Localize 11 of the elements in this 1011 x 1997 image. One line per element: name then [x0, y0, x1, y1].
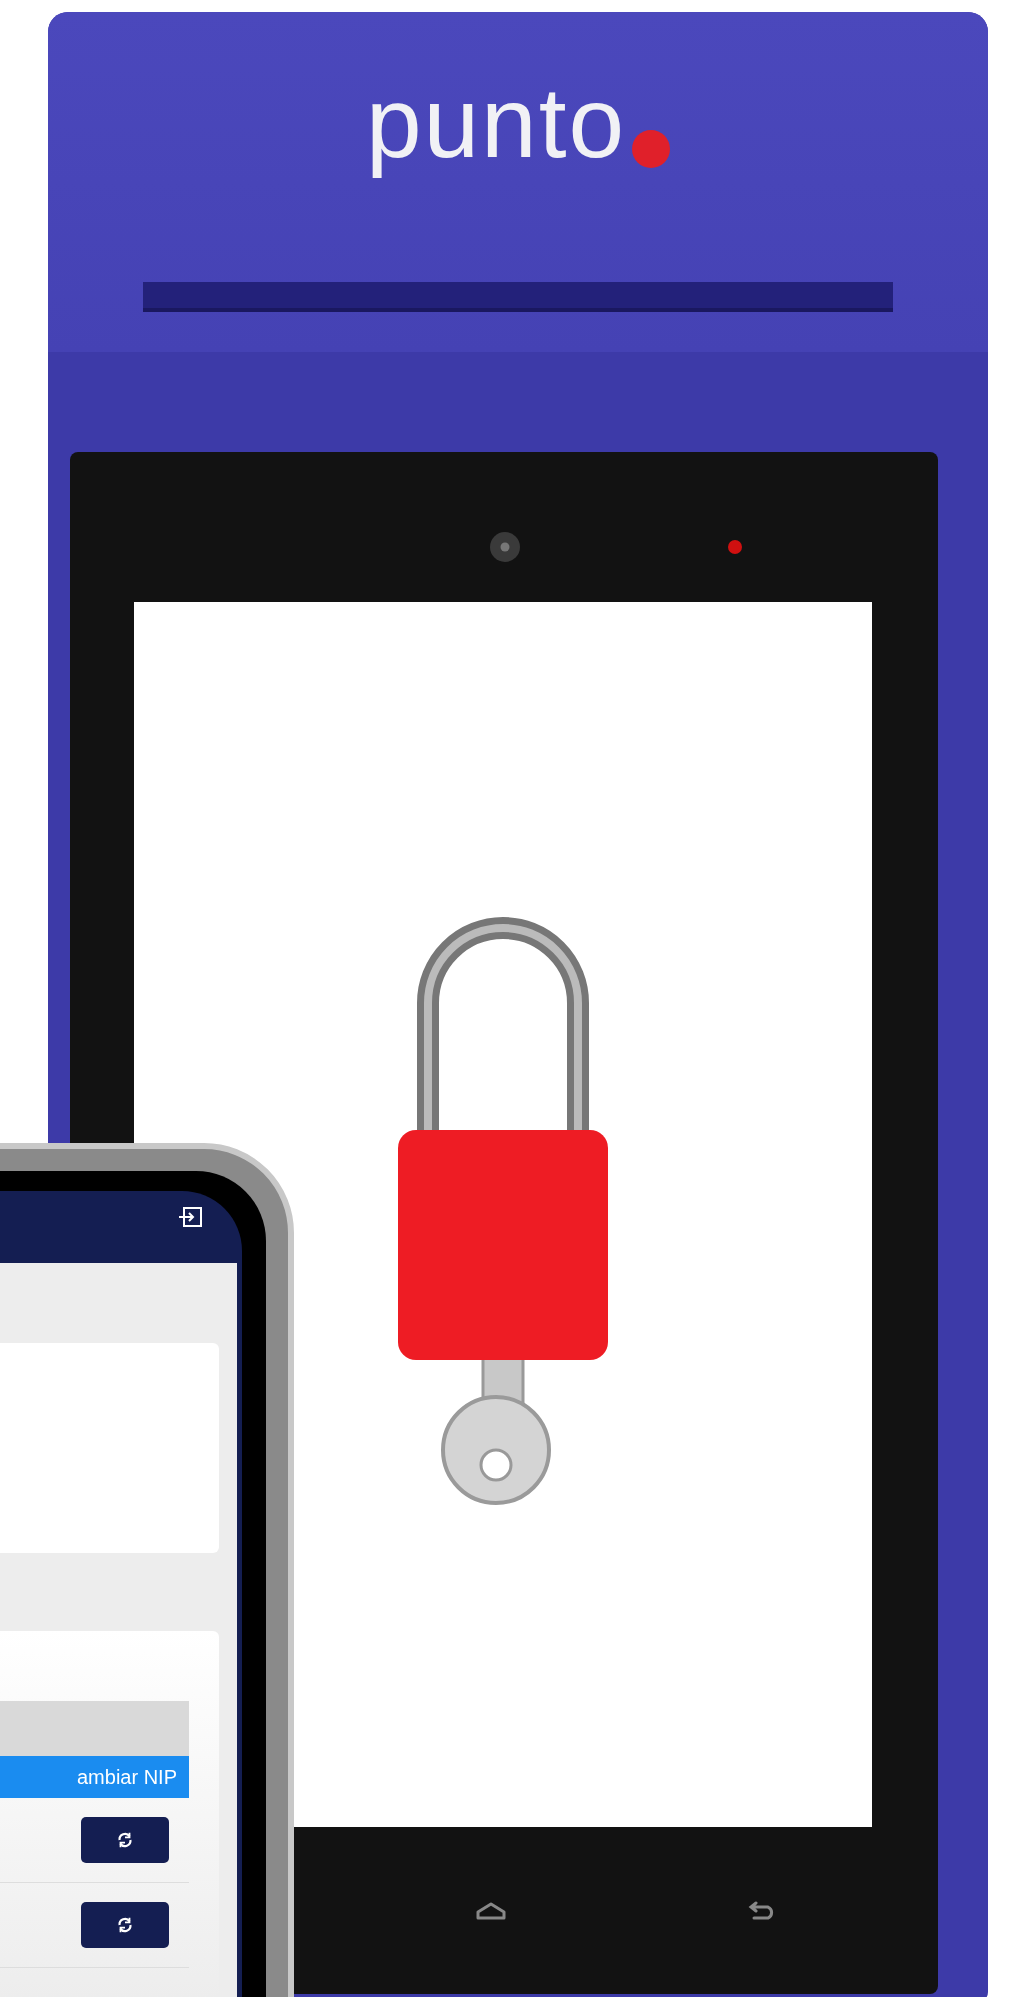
refresh-icon — [116, 1916, 134, 1934]
dot-icon — [632, 130, 671, 168]
home-icon[interactable] — [475, 1900, 507, 1921]
brand-logo: punto — [365, 65, 627, 180]
column-label: ambiar NIP — [76, 1765, 177, 1789]
exit-icon[interactable] — [178, 1207, 202, 1227]
refresh-icon — [116, 1831, 134, 1849]
camera-icon — [490, 532, 520, 562]
refresh-button[interactable] — [81, 1902, 169, 1948]
refresh-button[interactable] — [81, 1817, 169, 1863]
indicator-light-icon — [728, 540, 742, 554]
